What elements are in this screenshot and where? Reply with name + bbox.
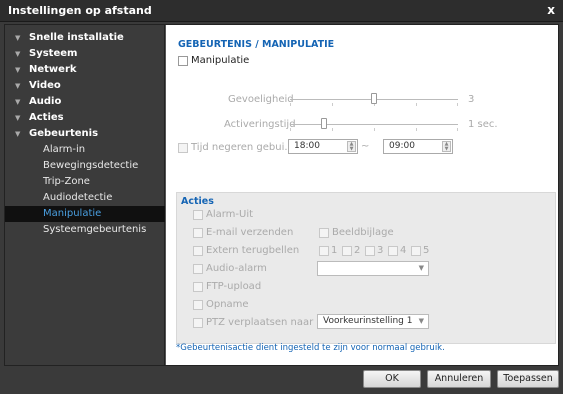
ignore-from-input[interactable]: 18:00 ▲ ▼ (288, 139, 358, 154)
callback-option-checkbox[interactable] (319, 246, 329, 256)
attachment-checkbox[interactable] (319, 228, 329, 238)
sidebar-item-snelle-installatie[interactable]: ▼ Snelle installatie (5, 30, 165, 46)
sidebar-item-netwerk[interactable]: ▼ Netwerk (5, 62, 165, 78)
email-checkbox[interactable] (193, 228, 203, 238)
spinner-icon[interactable]: ▲ ▼ (442, 141, 451, 152)
slider-tick (416, 103, 417, 106)
slider-tick (416, 128, 417, 131)
sensitivity-slider-thumb[interactable] (371, 93, 377, 104)
activation-slider-thumb[interactable] (321, 118, 327, 129)
ignore-from-value: 18:00 (294, 141, 320, 151)
activation-value: 1 sec. (468, 119, 498, 130)
sidebar-item-trip-zone[interactable]: Trip-Zone (5, 174, 165, 190)
apply-button[interactable]: Toepassen (497, 370, 559, 388)
audio-alarm-checkbox[interactable] (193, 264, 203, 274)
expand-arrow-icon: ▼ (15, 130, 21, 138)
sidebar-item-manipulatie[interactable]: Manipulatie (5, 206, 165, 222)
slider-tick (332, 103, 333, 106)
alarm-out-checkbox[interactable] (193, 210, 203, 220)
callback-option-label: 4 (400, 245, 407, 256)
spinner-icon[interactable]: ▲ ▼ (347, 141, 356, 152)
sidebar-item-systeem[interactable]: ▼ Systeem (5, 46, 165, 62)
ignore-to-value: 09:00 (389, 141, 415, 151)
sensitivity-value: 3 (468, 94, 475, 105)
callback-option-checkbox[interactable] (365, 246, 375, 256)
actions-panel: Acties Alarm-Uit E-mail verzenden Beeldb… (176, 192, 556, 344)
sensitivity-label: Gevoeligheid (228, 94, 294, 105)
collapse-arrow-icon: ▼ (15, 98, 21, 106)
callback-label: Extern terugbellen (206, 245, 300, 256)
activation-track (290, 124, 458, 125)
ignore-to-input[interactable]: 09:00 ▲ ▼ (383, 139, 453, 154)
ok-button[interactable]: OK (363, 370, 421, 388)
sidebar-item-audiodetectie[interactable]: Audiodetectie (5, 190, 165, 206)
close-icon[interactable]: x (547, 3, 555, 17)
callback-option-label: 1 (331, 245, 338, 256)
slider-tick (332, 128, 333, 131)
footnote: *Gebeurtenisactie dient ingesteld te zij… (176, 343, 445, 353)
ftp-label: FTP-upload (206, 281, 262, 292)
callback-option-label: 5 (423, 245, 430, 256)
collapse-arrow-icon: ▼ (15, 34, 21, 42)
sidebar-item-video[interactable]: ▼ Video (5, 78, 165, 94)
ignore-time-checkbox[interactable] (178, 143, 188, 153)
sidebar-item-gebeurtenis[interactable]: ▼ Gebeurtenis (5, 126, 165, 142)
ignore-time-label: Tijd negeren gebui... (191, 142, 294, 153)
callback-option-checkbox[interactable] (342, 246, 352, 256)
collapse-arrow-icon: ▼ (15, 114, 21, 122)
attachment-label: Beeldbijlage (332, 227, 394, 238)
main-panel: GEBEURTENIS / MANIPULATIE Manipulatie Ge… (166, 25, 558, 365)
collapse-arrow-icon: ▼ (15, 66, 21, 74)
sidebar-item-acties[interactable]: ▼ Acties (5, 110, 165, 126)
slider-tick (290, 103, 291, 106)
window-title: Instellingen op afstand (8, 4, 152, 17)
slider-tick (374, 128, 375, 131)
collapse-arrow-icon: ▼ (15, 82, 21, 90)
actions-title: Acties (181, 196, 214, 207)
sidebar-item-audio[interactable]: ▼ Audio (5, 94, 165, 110)
manipulatie-checkbox[interactable] (178, 56, 188, 66)
callback-option-checkbox[interactable] (388, 246, 398, 256)
record-label: Opname (206, 299, 249, 310)
chevron-down-icon: ▼ (418, 264, 424, 272)
slider-tick (457, 128, 458, 131)
sidebar-item-systeemgebeurtenis[interactable]: Systeemgebeurtenis (5, 222, 165, 238)
sidebar-item-bewegingsdetectie[interactable]: Bewegingsdetectie (5, 158, 165, 174)
ftp-checkbox[interactable] (193, 282, 203, 292)
alarm-out-label: Alarm-Uit (206, 209, 254, 220)
callback-option-label: 3 (377, 245, 384, 256)
time-range-separator: ~ (361, 141, 370, 152)
manipulatie-label: Manipulatie (191, 55, 250, 66)
chevron-down-icon: ▼ (418, 317, 424, 325)
collapse-arrow-icon: ▼ (15, 50, 21, 58)
title-bar: Instellingen op afstand x (0, 0, 563, 22)
sidebar: ▼ Snelle installatie ▼ Systeem ▼ Netwerk ▼ V… (5, 25, 165, 365)
callback-option-label: 2 (354, 245, 361, 256)
ptz-label: PTZ verplaatsen naar (206, 317, 314, 328)
callback-checkbox[interactable] (193, 246, 203, 256)
audio-alarm-label: Audio-alarm (206, 263, 267, 274)
activation-label: Activeringstijd (224, 119, 296, 130)
ptz-checkbox[interactable] (193, 318, 203, 328)
email-label: E-mail verzenden (206, 227, 294, 238)
callback-option-checkbox[interactable] (411, 246, 421, 256)
audio-alarm-select[interactable]: ▼ (317, 261, 429, 276)
record-checkbox[interactable] (193, 300, 203, 310)
cancel-button[interactable]: Annuleren (427, 370, 491, 388)
slider-tick (457, 103, 458, 106)
sidebar-item-alarm-in[interactable]: Alarm-in (5, 142, 165, 158)
ptz-preset-select[interactable]: Voorkeurinstelling 1 ▼ (317, 314, 429, 329)
page-title: GEBEURTENIS / MANIPULATIE (178, 39, 335, 50)
slider-tick (290, 128, 291, 131)
